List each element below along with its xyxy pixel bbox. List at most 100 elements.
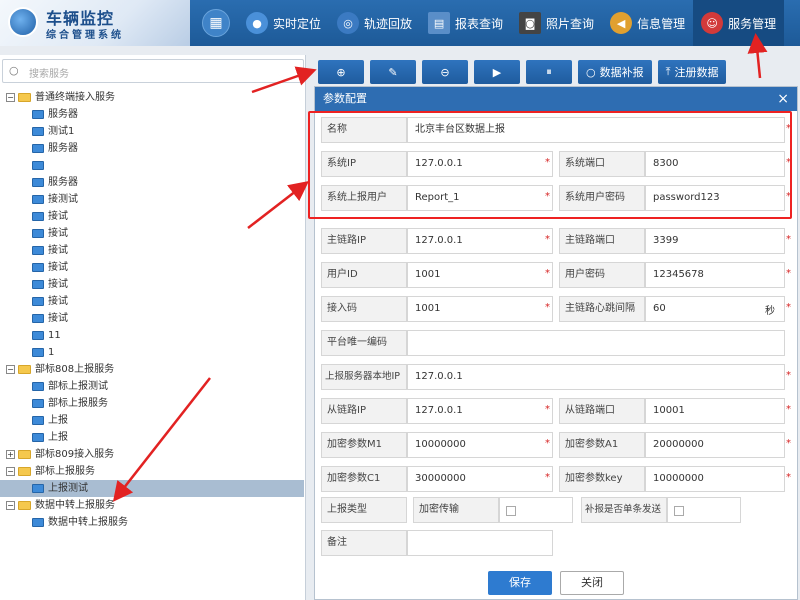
user-id-field[interactable]: 1001 <box>407 262 553 288</box>
nav-item-track[interactable]: ◎ 轨迹回放 <box>329 0 420 46</box>
c1-field[interactable]: 30000000 <box>407 466 553 492</box>
required-mark: * <box>786 438 791 449</box>
tree-service-node[interactable]: 部标上报测试 <box>0 378 304 395</box>
m1-field[interactable]: 10000000 <box>407 432 553 458</box>
tree-service-node[interactable]: 接测试 <box>0 191 304 208</box>
nav-item-report[interactable]: ▤ 报表查询 <box>420 0 511 46</box>
close-icon[interactable]: × <box>777 87 789 111</box>
folder-icon <box>18 466 31 476</box>
tree-service-node[interactable]: 接试 <box>0 310 304 327</box>
save-button[interactable]: 保存 <box>488 571 552 595</box>
folder-icon <box>18 500 31 510</box>
required-mark: * <box>545 472 550 483</box>
tree-node-label: 部标809接入服务 <box>35 449 115 460</box>
data-fill-button[interactable]: ○ 数据补报 <box>578 60 652 84</box>
tree-service-node[interactable]: 接试 <box>0 293 304 310</box>
tree-node-label: 数据中转上报服务 <box>35 500 115 511</box>
tree-service-node[interactable]: 接试 <box>0 225 304 242</box>
tree-service-node[interactable]: 接试 <box>0 208 304 225</box>
tree-node-label: 部标上报服务 <box>48 398 108 409</box>
access-code-label: 接入码 <box>321 296 407 322</box>
required-mark: * <box>786 268 791 279</box>
a1-field[interactable]: 20000000 <box>645 432 785 458</box>
tree-node-label: 接试 <box>48 262 68 273</box>
platform-code-label: 平台唯一编码 <box>321 330 407 356</box>
main-port-field[interactable]: 3399 <box>645 228 785 254</box>
start-button[interactable]: ▶ <box>474 60 520 84</box>
sub-ip-field[interactable]: 127.0.0.1 <box>407 398 553 424</box>
tree-service-node[interactable]: 上报 <box>0 412 304 429</box>
heartbeat-field[interactable]: 60 <box>645 296 785 322</box>
required-mark: * <box>545 234 550 245</box>
key-field[interactable]: 10000000 <box>645 466 785 492</box>
search-input[interactable]: ○ 搜索服务 <box>2 59 304 83</box>
folder-icon <box>18 92 31 102</box>
tree-service-node[interactable]: 11 <box>0 327 304 344</box>
row-m1: 加密参数M1 10000000 * 加密参数A1 20000000 * <box>321 432 793 458</box>
tree-node-label: 上报测试 <box>48 483 88 494</box>
tree-folder-node[interactable]: + 部标809接入服务 <box>0 446 304 463</box>
edit-button[interactable]: ✎ <box>370 60 416 84</box>
encrypt-label: 加密传输 <box>413 497 499 523</box>
tree-node-label: 接试 <box>48 296 68 307</box>
collapse-icon[interactable]: − <box>6 364 15 374</box>
required-mark: * <box>786 472 791 483</box>
tree-service-node[interactable]: 服务器 <box>0 140 304 157</box>
nav-item-realtime[interactable]: ● 实时定位 <box>238 0 329 46</box>
user-pwd-field[interactable]: 12345678 <box>645 262 785 288</box>
nav-item-photo[interactable]: ◙ 照片查询 <box>511 0 602 46</box>
collapse-icon[interactable]: − <box>6 500 15 510</box>
tree-service-node[interactable]: 上报测试 <box>0 480 304 497</box>
computer-icon <box>32 398 44 408</box>
tree-folder-node[interactable]: − 部标808上报服务 <box>0 361 304 378</box>
tree-folder-node[interactable]: − 数据中转上报服务 <box>0 497 304 514</box>
tree-service-node[interactable]: 接试 <box>0 242 304 259</box>
local-ip-field[interactable]: 127.0.0.1 <box>407 364 785 390</box>
single-send-label: 补报是否单条发送 <box>581 497 667 523</box>
tree-folder-node[interactable]: − 普通终端接入服务 <box>0 89 304 106</box>
required-mark: * <box>786 302 791 313</box>
required-mark: * <box>786 404 791 415</box>
main-ip-field[interactable]: 127.0.0.1 <box>407 228 553 254</box>
collapse-icon[interactable]: − <box>6 466 15 476</box>
nav-item-info[interactable]: ◀ 信息管理 <box>602 0 693 46</box>
platform-code-field[interactable] <box>407 330 785 356</box>
remove-button[interactable]: ⊖ <box>422 60 468 84</box>
tree-service-node[interactable]: 1 <box>0 344 304 361</box>
computer-icon <box>32 109 44 119</box>
nav-item-service[interactable]: ☺ 服务管理 <box>693 0 785 46</box>
pause-button[interactable]: ⏸ <box>526 60 572 84</box>
apps-grid-icon[interactable]: ▦ <box>202 9 230 37</box>
tree-service-node[interactable]: 数据中转上报服务 <box>0 514 304 531</box>
tree-service-node[interactable]: 部标上报服务 <box>0 395 304 412</box>
single-send-checkbox[interactable] <box>674 506 684 516</box>
pause-icon: ⏸ <box>546 65 552 78</box>
add-button[interactable]: ⊕ <box>318 60 364 84</box>
tree-service-node[interactable] <box>0 157 304 174</box>
search-placeholder: 搜索服务 <box>29 69 69 80</box>
expand-icon[interactable]: + <box>6 449 15 459</box>
access-code-field[interactable]: 1001 <box>407 296 553 322</box>
collapse-icon[interactable]: − <box>6 92 15 102</box>
close-button[interactable]: 关闭 <box>560 571 624 595</box>
tree-service-node[interactable]: 上报 <box>0 429 304 446</box>
a1-label: 加密参数A1 <box>559 432 645 458</box>
tree-service-node[interactable]: 接试 <box>0 259 304 276</box>
tree-service-node[interactable]: 服务器 <box>0 106 304 123</box>
computer-icon <box>32 160 44 170</box>
sub-port-label: 从链路端口 <box>559 398 645 424</box>
tree-service-node[interactable]: 测试1 <box>0 123 304 140</box>
computer-icon <box>32 194 44 204</box>
dialog-title: 参数配置 <box>323 92 367 105</box>
tree-service-node[interactable]: 服务器 <box>0 174 304 191</box>
computer-icon <box>32 126 44 136</box>
encrypt-checkbox[interactable] <box>506 506 516 516</box>
tree-node-label: 11 <box>48 330 61 341</box>
register-data-button[interactable]: ⤒ 注册数据 <box>657 60 727 84</box>
key-label: 加密参数key <box>559 466 645 492</box>
tree-folder-node[interactable]: − 部标上报服务 <box>0 463 304 480</box>
tree-service-node[interactable]: 接试 <box>0 276 304 293</box>
sub-port-field[interactable]: 10001 <box>645 398 785 424</box>
service-tree: − 普通终端接入服务 服务器 测试1 服务器 服务器 接测试 接试 接试 接试 接试 接试 接试 接试 11… <box>0 89 304 531</box>
remark-field[interactable] <box>407 530 553 556</box>
